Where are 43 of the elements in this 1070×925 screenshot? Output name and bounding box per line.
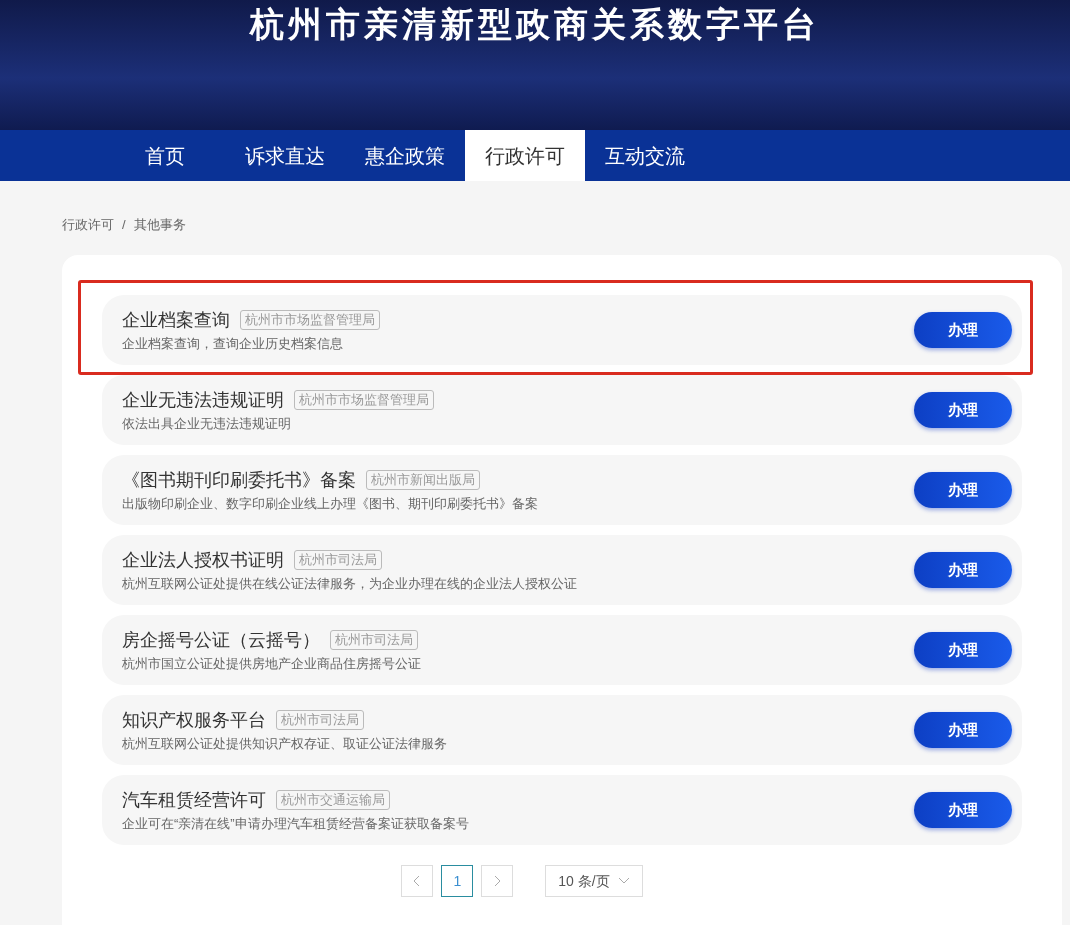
page-number[interactable]: 1 — [441, 865, 474, 897]
service-description: 杭州互联网公证处提供知识产权存证、取证公证法律服务 — [122, 734, 448, 753]
nav-tab[interactable]: 互动交流 — [585, 130, 705, 181]
service-title: 《图书期刊印刷委托书》备案 — [122, 468, 356, 492]
handle-button[interactable]: 办理 — [914, 552, 1012, 588]
service-title: 企业无违法违规证明 — [122, 388, 284, 412]
service-description: 依法出具企业无违法违规证明 — [122, 414, 292, 433]
breadcrumb-link[interactable]: 行政许可 — [62, 215, 114, 235]
handle-button[interactable]: 办理 — [914, 312, 1012, 348]
service-description: 出版物印刷企业、数字印刷企业线上办理《图书、期刊印刷委托书》备案 — [122, 494, 539, 513]
previous-page-button[interactable] — [401, 865, 434, 897]
service-title: 企业档案查询 — [122, 308, 230, 332]
service-description: 企业档案查询，查询企业历史档案信息 — [122, 334, 344, 353]
nav-tab[interactable]: 行政许可 — [465, 130, 585, 181]
agency-tag: 杭州市司法局 — [294, 549, 382, 570]
handle-button[interactable]: 办理 — [914, 472, 1012, 508]
handle-button[interactable]: 办理 — [914, 792, 1012, 828]
agency-tag: 杭州市市场监督管理局 — [294, 389, 434, 410]
agency-tag: 杭州市交通运输局 — [276, 789, 390, 810]
agency-tag: 杭州市司法局 — [330, 629, 418, 650]
agency-tag: 杭州市司法局 — [276, 709, 364, 730]
nav-tab[interactable]: 诉求直达 — [225, 130, 345, 181]
service-title: 房企摇号公证（云摇号） — [122, 628, 320, 652]
service-description: 杭州互联网公证处提供在线公证法律服务，为企业办理在线的企业法人授权公证 — [122, 574, 578, 593]
service-title: 汽车租赁经营许可 — [122, 788, 266, 812]
breadcrumb-separator: / — [122, 216, 126, 235]
chevron-left-icon — [413, 875, 422, 887]
chevron-down-icon — [617, 877, 630, 885]
service-title: 企业法人授权书证明 — [122, 548, 284, 572]
handle-button[interactable]: 办理 — [914, 712, 1012, 748]
service-description: 企业可在“亲清在线”申请办理汽车租赁经营备案证获取备案号 — [122, 814, 470, 833]
nav-tab[interactable]: 首页 — [105, 130, 225, 181]
service-title: 知识产权服务平台 — [122, 708, 266, 732]
agency-tag: 杭州市新闻出版局 — [366, 469, 480, 490]
agency-tag: 杭州市市场监督管理局 — [240, 309, 380, 330]
next-page-button[interactable] — [481, 865, 514, 897]
service-description: 杭州市国立公证处提供房地产企业商品住房摇号公证 — [122, 654, 422, 673]
site-title: 杭州市亲清新型政商关系数字平台 — [250, 4, 820, 45]
chevron-right-icon — [493, 875, 502, 887]
page-size-select[interactable]: 10 条/页 — [545, 865, 643, 897]
handle-button[interactable]: 办理 — [914, 632, 1012, 668]
handle-button[interactable]: 办理 — [914, 392, 1012, 428]
nav-tab[interactable]: 惠企政策 — [345, 130, 465, 181]
